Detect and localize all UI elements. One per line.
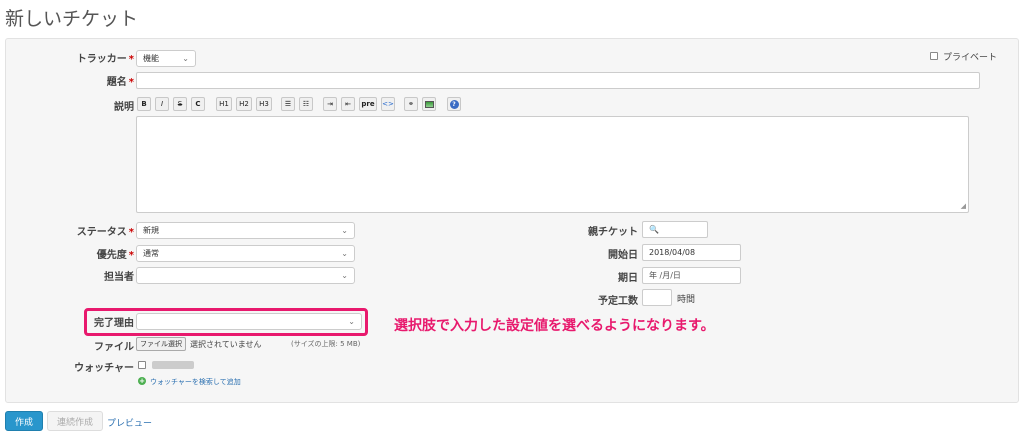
indent-icon[interactable]: ⇥ xyxy=(323,97,337,111)
start-date-input[interactable]: 2018/04/08 xyxy=(642,244,741,261)
preview-link[interactable]: プレビュー xyxy=(107,416,152,429)
page-title: 新しいチケット xyxy=(5,8,139,30)
image-icon[interactable] xyxy=(422,97,436,111)
search-icon: 🔍 xyxy=(649,225,659,234)
heading2-button[interactable]: H2 xyxy=(236,97,252,111)
status-label: ステータス * xyxy=(76,227,134,238)
outdent-icon[interactable]: ⇤ xyxy=(341,97,355,111)
private-checkbox[interactable] xyxy=(930,52,938,60)
heading3-button[interactable]: H3 xyxy=(256,97,272,111)
private-label: プライベート xyxy=(943,53,998,63)
subject-label: 題名 * xyxy=(106,77,134,88)
create-button[interactable]: 作成 xyxy=(5,411,43,431)
due-date-input[interactable]: 年 /月/日 xyxy=(642,267,741,284)
estimated-time-unit: 時間 xyxy=(677,295,696,305)
chevron-down-icon: ⌄ xyxy=(341,225,348,235)
watcher-label: ウォッチャー xyxy=(74,363,134,374)
tracker-label: トラッカー * xyxy=(76,54,134,65)
status-select[interactable]: 新規 ⌄ xyxy=(136,222,355,239)
link-icon[interactable]: ⚭ xyxy=(404,97,418,111)
annotation-text: 選択肢で入力した設定値を選べるようになります。 xyxy=(394,318,715,334)
description-label: 説明 xyxy=(114,102,134,113)
help-icon[interactable]: ? xyxy=(447,97,461,111)
code-button[interactable]: C xyxy=(191,97,205,111)
file-label: ファイル xyxy=(94,342,134,353)
highlight-box xyxy=(84,308,368,336)
italic-button[interactable]: I xyxy=(155,97,169,111)
chevron-down-icon: ⌄ xyxy=(182,53,189,63)
parent-issue-input[interactable]: 🔍 xyxy=(642,221,708,238)
file-choose-button[interactable]: ファイル選択 xyxy=(136,337,186,351)
ordered-list-icon[interactable]: ☷ xyxy=(299,97,313,111)
add-icon: + xyxy=(138,377,146,385)
assignee-select[interactable]: ⌄ xyxy=(136,267,355,284)
unordered-list-icon[interactable]: ☰ xyxy=(281,97,295,111)
search-watcher-link[interactable]: ウォッチャーを検索して追加 xyxy=(150,377,241,387)
file-size-limit: (サイズの上限: 5 MB) xyxy=(291,340,361,348)
tracker-select[interactable]: 機能 ⌄ xyxy=(136,50,196,67)
start-date-label: 開始日 xyxy=(608,250,638,261)
redacted-watcher-name xyxy=(152,361,194,369)
priority-label: 優先度 * xyxy=(96,250,134,261)
pre-button[interactable]: pre xyxy=(359,97,377,111)
estimated-time-label: 予定工数 xyxy=(598,296,638,307)
due-date-label: 期日 xyxy=(618,273,638,284)
chevron-down-icon: ⌄ xyxy=(341,248,348,258)
subject-input[interactable] xyxy=(136,72,980,89)
bold-button[interactable]: B xyxy=(137,97,151,111)
file-status: 選択されていません xyxy=(190,340,262,349)
priority-select[interactable]: 通常 ⌄ xyxy=(136,245,355,262)
parent-issue-label: 親チケット xyxy=(588,227,638,238)
description-textarea[interactable]: ◢ xyxy=(136,116,969,213)
estimated-time-input[interactable] xyxy=(642,289,672,306)
chevron-down-icon: ⌄ xyxy=(341,270,348,280)
resize-handle-icon[interactable]: ◢ xyxy=(961,202,966,210)
strike-button[interactable]: S xyxy=(173,97,187,111)
inline-code-icon[interactable]: <> xyxy=(381,97,395,111)
watcher-checkbox[interactable] xyxy=(138,361,146,369)
create-and-continue-button[interactable]: 連続作成 xyxy=(47,411,103,431)
heading1-button[interactable]: H1 xyxy=(216,97,232,111)
assignee-label: 担当者 xyxy=(104,272,134,283)
